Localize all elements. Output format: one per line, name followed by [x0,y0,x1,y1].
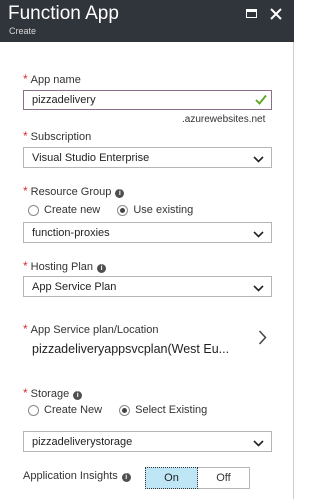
radio-circle-checked [117,204,129,216]
close-icon[interactable] [269,7,283,21]
toggle-on-button[interactable]: On [145,467,198,489]
application-insights-label: Application Insights i [23,470,131,482]
radio-create-new-storage[interactable]: Create New [28,404,102,416]
maximize-icon[interactable] [245,7,259,21]
required-marker: * [23,259,28,273]
resource-group-options: Create new Use existing [28,204,207,219]
blade-header: Function App Create [0,0,294,42]
blade-title: Function App [8,3,119,24]
storage-options: Create New Select Existing [28,404,221,419]
info-icon[interactable]: i [97,264,107,273]
domain-suffix: .azurewebsites.net [182,114,266,125]
panel-border [293,42,294,499]
radio-select-existing-storage[interactable]: Select Existing [119,404,207,416]
chevron-down-icon [253,438,264,450]
app-name-value: pizzadelivery [32,94,96,106]
info-icon[interactable]: i [115,189,125,198]
app-service-plan-value[interactable]: pizzadeliveryappsvcplan(West Eu... [32,342,229,356]
hosting-plan-value: App Service Plan [32,281,117,293]
toggle-off-button[interactable]: Off [198,467,250,489]
hosting-plan-dropdown[interactable]: App Service Plan [23,276,272,297]
chevron-down-icon [253,154,264,166]
chevron-down-icon [253,229,264,241]
required-marker: * [23,386,28,400]
blade-subtitle: Create [9,26,37,36]
chevron-right-icon[interactable] [258,330,267,350]
info-icon[interactable]: i [121,473,131,482]
required-marker: * [23,322,28,336]
required-marker: * [23,129,28,143]
storage-dropdown[interactable]: pizzadeliverystorage [23,431,272,452]
subscription-label: * Subscription [23,129,92,143]
resource-group-label: * Resource Group i [23,184,125,198]
app-service-plan-label[interactable]: * App Service plan/Location [23,322,158,336]
hosting-plan-label: * Hosting Plan i [23,259,107,273]
required-marker: * [23,72,28,86]
subscription-dropdown[interactable]: Visual Studio Enterprise [23,147,272,168]
storage-value: pizzadeliverystorage [32,436,133,448]
resource-group-value: function-proxies [32,227,110,239]
radio-circle [28,204,39,216]
info-icon[interactable]: i [73,391,83,400]
subscription-value: Visual Studio Enterprise [32,152,150,164]
chevron-down-icon [253,283,264,295]
radio-circle-checked [119,404,131,416]
app-name-label: * App name [23,72,81,86]
radio-circle [28,404,39,416]
application-insights-toggle: On Off [145,467,250,489]
storage-label: * Storage i [23,386,83,400]
valid-check-icon [255,94,267,108]
app-name-input[interactable]: pizzadelivery [23,90,272,110]
required-marker: * [23,184,28,198]
resource-group-dropdown[interactable]: function-proxies [23,222,272,243]
radio-use-existing[interactable]: Use existing [117,204,193,216]
radio-create-new[interactable]: Create new [28,204,100,216]
